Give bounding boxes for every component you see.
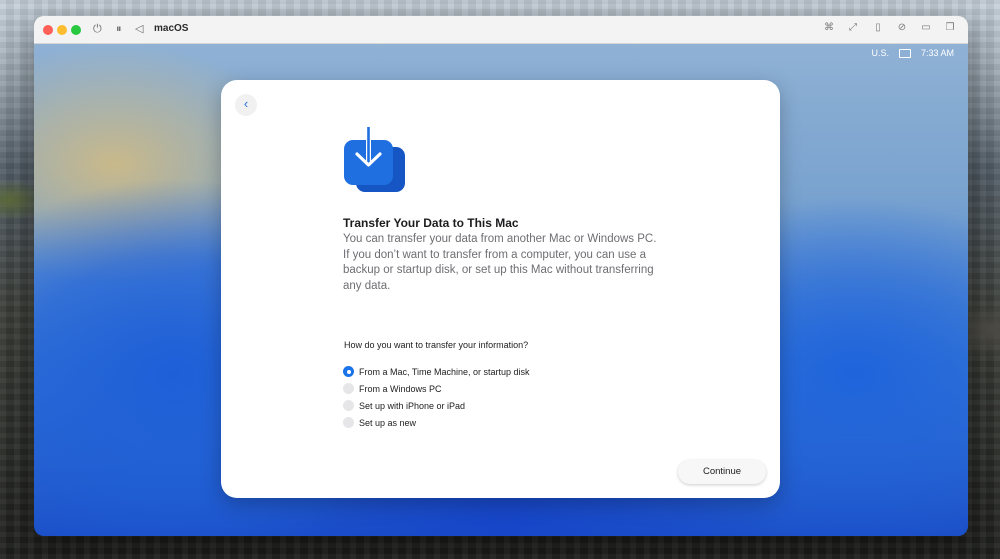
window-mode-icon[interactable]: ❐ bbox=[944, 22, 956, 34]
setup-dialog: ‹ Transfer Your Data to This Mac You can… bbox=[221, 80, 780, 498]
transfer-options: From a Mac, Time Machine, or startup dis… bbox=[343, 363, 530, 431]
close-window-button[interactable] bbox=[43, 25, 53, 35]
usb-icon[interactable]: ▯ bbox=[872, 22, 884, 34]
option-windows-pc[interactable]: From a Windows PC bbox=[343, 380, 530, 397]
input-source-label[interactable]: U.S. bbox=[871, 48, 889, 58]
radio-button[interactable] bbox=[343, 400, 354, 411]
radio-button[interactable] bbox=[343, 366, 354, 377]
shared-folder-icon[interactable]: ▭ bbox=[920, 22, 932, 34]
power-icon[interactable]: ⏻ bbox=[93, 22, 102, 36]
keyboard-capture-icon[interactable]: ⌘ bbox=[823, 22, 835, 34]
pause-icon[interactable]: ⏸ bbox=[116, 22, 122, 36]
keyboard-icon[interactable] bbox=[898, 48, 911, 58]
transfer-question: How do you want to transfer your informa… bbox=[344, 340, 529, 350]
guest-screen: U.S. 7:33 AM ‹ Transfer Your Data to Thi… bbox=[34, 44, 968, 536]
guest-menu-status: U.S. 7:33 AM bbox=[871, 48, 954, 58]
minimize-window-button[interactable] bbox=[57, 25, 67, 35]
option-label: Set up as new bbox=[359, 417, 417, 428]
chevron-left-icon: ‹ bbox=[243, 96, 249, 111]
option-label: Set up with iPhone or iPad bbox=[359, 400, 466, 411]
page-title: Transfer Your Data to This Mac bbox=[343, 216, 519, 230]
migration-assistant-icon bbox=[344, 127, 405, 192]
radio-button[interactable] bbox=[343, 417, 354, 428]
option-set-up-as-new[interactable]: Set up as new bbox=[343, 414, 530, 431]
option-mac-time-machine[interactable]: From a Mac, Time Machine, or startup dis… bbox=[343, 363, 530, 380]
title-bar: ⏻ ⏸ ◁ macOS ⌘ ⤢ ▯ ⊘ ▭ ❐ bbox=[34, 16, 968, 44]
vm-window: ⏻ ⏸ ◁ macOS ⌘ ⤢ ▯ ⊘ ▭ ❐ U.S. 7:33 AM ‹ T… bbox=[34, 16, 968, 536]
option-label: From a Mac, Time Machine, or startup dis… bbox=[359, 366, 530, 377]
zoom-window-button[interactable] bbox=[71, 25, 81, 35]
back-triangle-icon[interactable]: ◁ bbox=[135, 22, 143, 36]
continue-button[interactable]: Continue bbox=[678, 460, 766, 484]
option-iphone-ipad[interactable]: Set up with iPhone or iPad bbox=[343, 397, 530, 414]
network-icon[interactable]: ⊘ bbox=[896, 22, 908, 34]
clock[interactable]: 7:33 AM bbox=[921, 48, 954, 58]
option-label: From a Windows PC bbox=[359, 383, 442, 394]
resize-icon[interactable]: ⤢ bbox=[847, 22, 859, 34]
back-button[interactable]: ‹ bbox=[235, 94, 257, 116]
radio-button[interactable] bbox=[343, 383, 354, 394]
page-description: You can transfer your data from another … bbox=[343, 233, 657, 292]
window-title: macOS bbox=[154, 23, 189, 34]
